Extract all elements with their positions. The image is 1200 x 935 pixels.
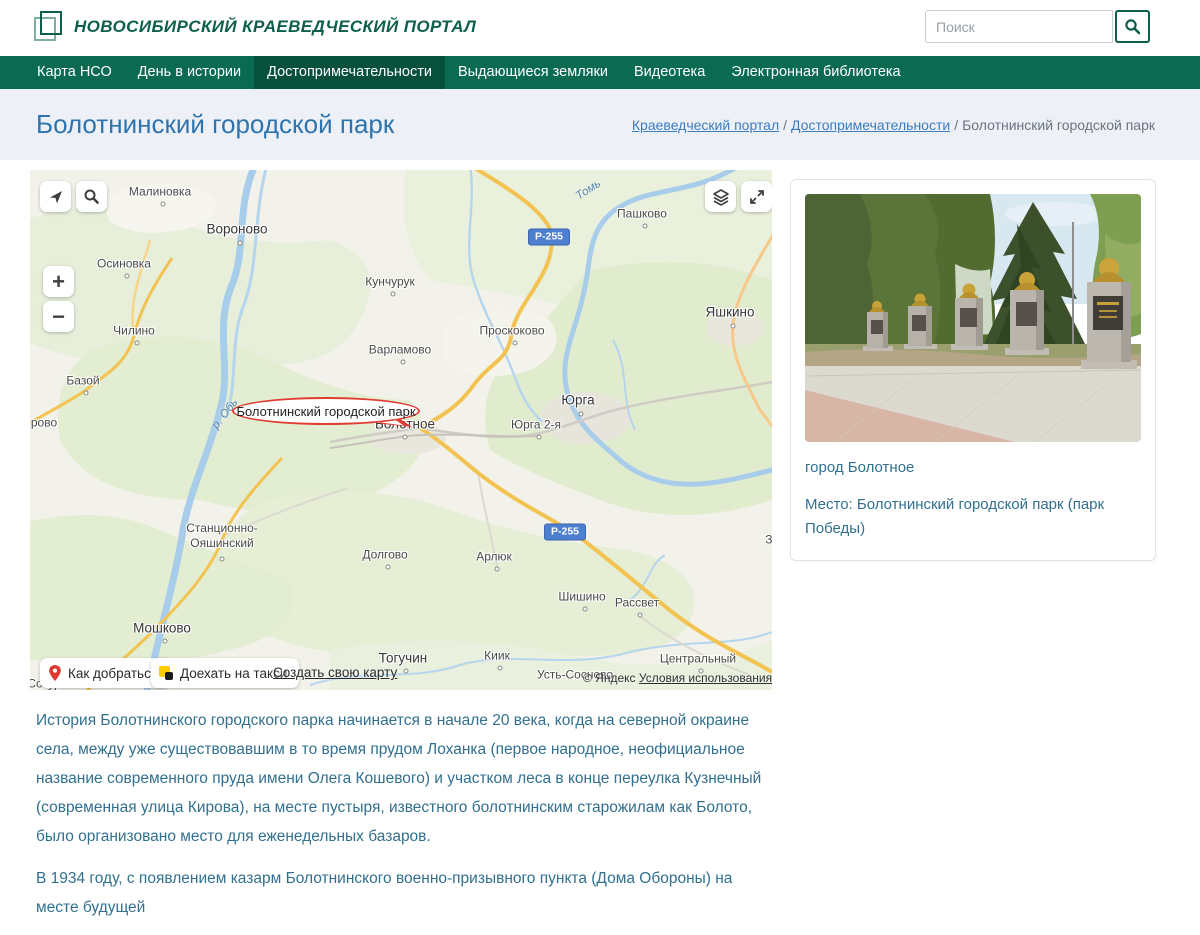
minus-icon: −: [52, 303, 65, 329]
logo-squares-icon: [34, 9, 64, 45]
map-place-label: Шишино: [558, 589, 606, 604]
article-body: История Болотнинского городского парка н…: [36, 706, 773, 935]
create-map-link[interactable]: Создать свою карту: [273, 665, 397, 680]
zoom-out-button[interactable]: −: [43, 301, 74, 332]
breadcrumb-link[interactable]: Краеведческий портал: [632, 117, 779, 133]
map-copyright: © Яндекс Условия использования: [583, 671, 772, 685]
map-place-label: Зарубино: [765, 532, 772, 547]
map-place-label: Юрга: [561, 392, 595, 408]
map-place-dot: [124, 273, 130, 279]
fullscreen-icon: [749, 189, 764, 204]
geolocation-button[interactable]: [40, 181, 71, 212]
map-place-label: Центральный: [659, 651, 737, 666]
map-place-dot: [536, 434, 542, 440]
breadcrumb-separator: /: [783, 117, 788, 133]
map-place-dot: [730, 323, 736, 329]
nav-item-Видеотека[interactable]: Видеотека: [621, 56, 718, 89]
yandex-map[interactable]: Малиновка Вороново Осиновка Кунчурук Чилино Б…: [30, 170, 772, 690]
zoom-in-button[interactable]: +: [43, 266, 74, 297]
attraction-photo[interactable]: [805, 194, 1141, 442]
map-place-dot: [582, 606, 588, 612]
park-callout-label: Болотнинский городской парк: [236, 403, 416, 419]
photo-caption: город Болотное Место: Болотнинский город…: [805, 456, 1141, 540]
map-place-dot: [162, 638, 168, 644]
search-button[interactable]: [1115, 10, 1150, 43]
breadcrumb-current: Болотнинский городской парк: [962, 117, 1155, 133]
caption-city: город Болотное: [805, 459, 915, 476]
map-place-dot: [400, 359, 406, 365]
map-place-dot: [494, 566, 500, 572]
main-nav: Карта НСО День в истории Достопримечательн…: [0, 56, 1200, 89]
map-place-dot: [637, 612, 643, 618]
map-place-dot: [83, 390, 89, 396]
site-logo[interactable]: НОВОСИБИРСКИЙ КРАЕВЕДЧЕСКИЙ ПОРТАЛ: [34, 9, 476, 45]
park-callout[interactable]: Болотнинский городской парк: [232, 397, 420, 425]
fullscreen-button[interactable]: [741, 181, 772, 212]
road-badge: Р-255: [527, 228, 571, 246]
article-paragraph: В 1934 году, с появлением казарм Болотни…: [36, 870, 733, 916]
map-place-label: Вороново: [206, 221, 268, 237]
map-place-label: Яшкино: [705, 304, 755, 320]
nav-item-Выдающиеся земляки[interactable]: Выдающиеся земляки: [445, 56, 621, 89]
article-paragraph: История Болотнинского городского парка н…: [36, 712, 762, 845]
yandex-copyright: © Яндекс: [583, 671, 636, 685]
map-search-icon: [84, 189, 99, 204]
map-place-dot: [385, 564, 391, 570]
map-place-label: Мошково: [133, 620, 191, 636]
map-place-dot: [237, 240, 243, 246]
caption-place: Место: Болотнинский городской парк (парк…: [805, 496, 1105, 537]
route-button-label: Как добраться: [68, 665, 159, 681]
map-place-dot: [512, 340, 518, 346]
map-search-button[interactable]: [76, 181, 107, 212]
map-place-label: Осиновка: [97, 256, 151, 271]
layers-icon: [712, 188, 729, 206]
map-place-label: Долгово: [362, 547, 408, 562]
nav-item-Электронная библиотека[interactable]: Электронная библиотека: [718, 56, 913, 89]
taxi-icon: [159, 665, 173, 680]
site-header: НОВОСИБИРСКИЙ КРАЕВЕДЧЕСКИЙ ПОРТАЛ: [0, 0, 1200, 56]
map-place-label: Юрга 2-я: [510, 417, 562, 432]
layers-button[interactable]: [705, 181, 736, 212]
map-pin-icon: [49, 665, 61, 681]
breadcrumb-separator: /: [954, 117, 959, 133]
map-place-label: Киик: [484, 648, 510, 663]
map-place-label: Станционно- Ояшинский: [186, 521, 258, 550]
search-icon: [1125, 19, 1141, 35]
map-place-dot: [403, 668, 409, 674]
map-place-label: Проскоково: [479, 323, 545, 338]
road-badge: Р-255: [543, 523, 587, 541]
logo-text: НОВОСИБИРСКИЙ КРАЕВЕДЧЕСКИЙ ПОРТАЛ: [74, 17, 477, 36]
geolocation-arrow-icon: [49, 190, 62, 203]
map-place-label: Арлюк: [476, 549, 512, 564]
breadcrumb-link[interactable]: Достопримечательности: [791, 117, 950, 133]
taxi-button-label: Доехать на такси: [180, 665, 288, 681]
map-place-label: Рассвет: [614, 595, 660, 610]
site-search: [925, 10, 1150, 43]
title-band: Болотнинский городской парк Краеведчески…: [0, 89, 1200, 160]
nav-item-Карта НСО[interactable]: Карта НСО: [24, 56, 125, 89]
terms-of-use-link[interactable]: Условия использования: [639, 671, 772, 685]
nav-item-Достопримечательности[interactable]: Достопримечательности: [254, 56, 445, 89]
map-place-label: Кунчурук: [365, 274, 415, 289]
page-title: Болотнинский городской парк: [36, 109, 395, 139]
plus-icon: +: [52, 268, 65, 294]
map-place-label: рово: [30, 415, 58, 430]
map-place-label: Пашково: [617, 206, 667, 221]
breadcrumb: Краеведческий портал / Достопримечательнос…: [632, 117, 1155, 133]
map-place-dot: [390, 291, 396, 297]
attraction-card: город Болотное Место: Болотнинский город…: [790, 179, 1156, 561]
map-place-dot: [219, 556, 225, 562]
map-place-label: Базой: [66, 373, 100, 388]
map-place-label: Малиновка: [128, 184, 192, 199]
map-place-dot: [160, 201, 166, 207]
map-place-dot: [578, 411, 584, 417]
map-place-label: Чилино: [113, 323, 155, 338]
nav-item-День в истории[interactable]: День в истории: [125, 56, 254, 89]
search-input[interactable]: [925, 10, 1113, 43]
map-place-dot: [134, 340, 140, 346]
map-place-dot: [642, 223, 648, 229]
map-place-dot: [497, 665, 503, 671]
map-place-label: Варламово: [368, 342, 432, 357]
